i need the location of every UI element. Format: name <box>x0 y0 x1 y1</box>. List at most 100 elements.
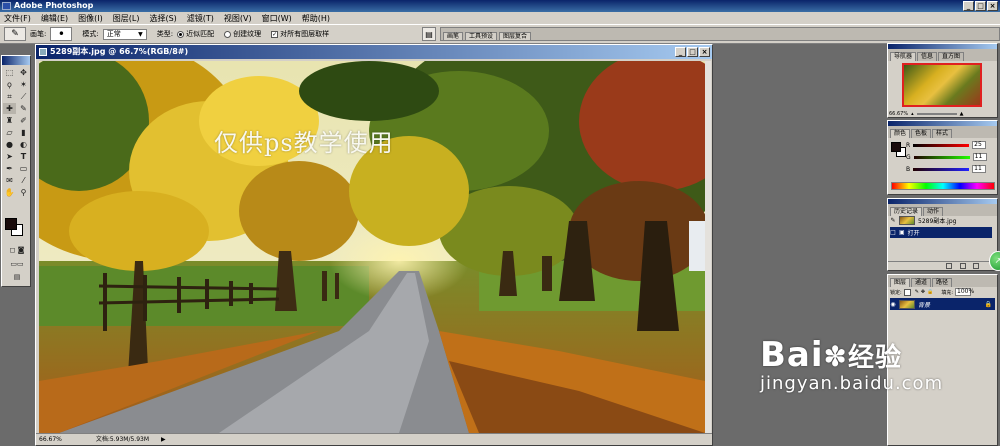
navigator-zoom-slider[interactable] <box>916 112 957 115</box>
color-ramp[interactable] <box>891 182 995 190</box>
menu-help[interactable]: 帮助(H) <box>302 13 330 24</box>
minimize-button[interactable]: _ <box>963 1 974 11</box>
brush-icon[interactable]: ✎ <box>17 103 30 114</box>
brush-picker[interactable]: • <box>50 27 73 41</box>
fill-value[interactable]: 100% <box>955 288 974 296</box>
foreground-color-swatch[interactable] <box>5 218 17 230</box>
mode-select[interactable]: 正常 ▼ <box>102 28 147 40</box>
tab-histogram[interactable]: 直方图 <box>938 52 965 61</box>
proximity-match-radio[interactable]: 近似匹配 <box>177 29 214 39</box>
path-select-icon[interactable]: ➤ <box>3 151 16 162</box>
navigator-zoom-value[interactable]: 66.67% <box>889 111 908 117</box>
menu-filter[interactable]: 滤镜(T) <box>187 13 214 24</box>
zoom-in-icon[interactable]: ▲ <box>960 111 964 117</box>
lock-brush-icon[interactable]: ✎ <box>915 289 919 295</box>
type-icon[interactable]: T <box>17 151 30 162</box>
healing-icon[interactable]: ✚ <box>3 103 16 114</box>
watermark-text: 仅供ps教学使用 <box>214 129 394 157</box>
create-texture-radio[interactable]: 创建纹理 <box>224 29 261 39</box>
lock-transparency-checkbox[interactable] <box>903 288 911 296</box>
tab-swatches[interactable]: 色板 <box>911 129 932 138</box>
color-slider-b[interactable]: B 11 <box>906 165 987 173</box>
slice-icon[interactable]: ⟋ <box>17 91 30 102</box>
color-foreground-swatch[interactable] <box>891 142 901 152</box>
gradient-icon[interactable]: ▮ <box>17 127 30 138</box>
color-value-b[interactable]: 11 <box>972 165 987 173</box>
eraser-icon[interactable]: ▱ <box>3 127 16 138</box>
history-brush-icon[interactable]: ✐ <box>17 115 30 126</box>
history-snapshot[interactable]: ✎ 5289副本.jpg <box>890 215 990 226</box>
tab-navigator[interactable]: 导航器 <box>890 52 917 61</box>
baidu-url: jingyan.baidu.com <box>760 373 944 394</box>
delete-state-icon[interactable] <box>973 263 980 269</box>
magic-wand-icon[interactable]: ✶ <box>17 79 30 90</box>
marquee-icon[interactable]: ⬚ <box>3 67 16 78</box>
close-button[interactable]: × <box>987 1 998 11</box>
layer-row[interactable]: ◉ 背景 🔒 <box>890 298 995 310</box>
tab-channels[interactable]: 通道 <box>911 278 932 287</box>
maximize-button[interactable]: □ <box>975 1 986 11</box>
jump-to-imageready-icon[interactable]: ▤ <box>3 272 31 283</box>
document-window-controls: _ □ × <box>675 47 710 57</box>
sample-all-layers-checkbox[interactable]: ✓ 对所有图层取样 <box>271 29 329 39</box>
menu-window[interactable]: 窗口(W) <box>262 13 292 24</box>
document-window: 5289副本.jpg @ 66.7%(RGB/8#) _ □ × 仅供ps教学使… <box>35 44 713 446</box>
notes-icon[interactable]: ✉ <box>3 175 16 186</box>
color-slider-g[interactable]: G 11 <box>906 153 987 161</box>
tab-paths[interactable]: 路径 <box>932 278 953 287</box>
status-menu-arrow-icon[interactable]: ▶ <box>161 434 166 445</box>
new-document-icon[interactable] <box>946 263 952 269</box>
zoom-out-icon[interactable]: ▴ <box>911 111 914 117</box>
floating-share-button[interactable]: ↗ <box>989 251 1000 271</box>
palette-well-toggle[interactable]: ▤ <box>422 27 436 41</box>
zoom-icon[interactable]: ⚲ <box>17 187 30 198</box>
history-state-checkbox[interactable]: □ <box>890 229 896 236</box>
quick-mask-icon[interactable]: ◻ ◙ <box>3 245 31 256</box>
color-value-g[interactable]: 11 <box>972 153 987 161</box>
well-tab-layer-comps[interactable]: 图层复合 <box>499 32 532 40</box>
eyedropper-icon[interactable]: ⁄ <box>17 175 30 186</box>
document-minimize-button[interactable]: _ <box>675 47 686 57</box>
eye-icon[interactable]: ◉ <box>890 301 896 308</box>
menu-file[interactable]: 文件(F) <box>4 13 31 24</box>
document-maximize-button[interactable]: □ <box>687 47 698 57</box>
document-close-button[interactable]: × <box>699 47 710 57</box>
well-tab-tool-presets[interactable]: 工具预设 <box>465 32 498 40</box>
toolbox-header[interactable] <box>2 56 30 65</box>
tab-layers[interactable]: 图层 <box>890 278 911 287</box>
new-snapshot-icon[interactable] <box>959 263 966 269</box>
hand-icon[interactable]: ✋ <box>3 187 16 198</box>
tab-info[interactable]: 信息 <box>917 52 938 61</box>
chevron-down-icon: ▼ <box>138 30 143 38</box>
menu-image[interactable]: 图像(I) <box>78 13 103 24</box>
document-title-bar[interactable]: 5289副本.jpg @ 66.7%(RGB/8#) _ □ × <box>36 45 712 59</box>
menu-view[interactable]: 视图(V) <box>224 13 252 24</box>
history-item[interactable]: □ ▣ 打开 <box>890 227 992 238</box>
lock-all-icon[interactable]: 🔒 <box>927 289 933 295</box>
well-tab-brushes[interactable]: 画笔 <box>443 32 464 40</box>
move-icon[interactable]: ✥ <box>17 67 30 78</box>
dodge-icon[interactable]: ◐ <box>17 139 30 150</box>
app-title-bar: Adobe Photoshop _ □ × <box>0 0 1000 12</box>
lock-move-icon[interactable]: ✥ <box>921 289 925 295</box>
history-brush-source-icon[interactable]: ✎ <box>890 217 896 224</box>
tool-preset-picker[interactable]: ✎ <box>4 27 26 41</box>
vertical-scrollbar[interactable] <box>705 61 711 433</box>
zoom-level[interactable]: 66.67% <box>39 434 62 445</box>
menu-edit[interactable]: 编辑(E) <box>41 13 68 24</box>
menu-layer[interactable]: 图层(L) <box>113 13 140 24</box>
lasso-icon[interactable]: ϙ <box>3 79 16 90</box>
color-value-r[interactable]: 25 <box>972 141 987 149</box>
image-canvas[interactable]: 仅供ps教学使用 <box>39 61 705 433</box>
tab-color[interactable]: 颜色 <box>890 129 911 138</box>
navigator-preview[interactable] <box>902 63 982 107</box>
tab-styles[interactable]: 样式 <box>932 129 953 138</box>
menu-select[interactable]: 选择(S) <box>149 13 176 24</box>
color-slider-r[interactable]: R 25 <box>906 141 987 149</box>
crop-icon[interactable]: ⌗ <box>3 91 16 102</box>
screen-mode-icon[interactable]: ▭▭ <box>3 259 31 270</box>
pen-icon[interactable]: ✒ <box>3 163 16 174</box>
stamp-icon[interactable]: ♜ <box>3 115 16 126</box>
shape-icon[interactable]: ▭ <box>17 163 30 174</box>
blur-icon[interactable]: ● <box>3 139 16 150</box>
